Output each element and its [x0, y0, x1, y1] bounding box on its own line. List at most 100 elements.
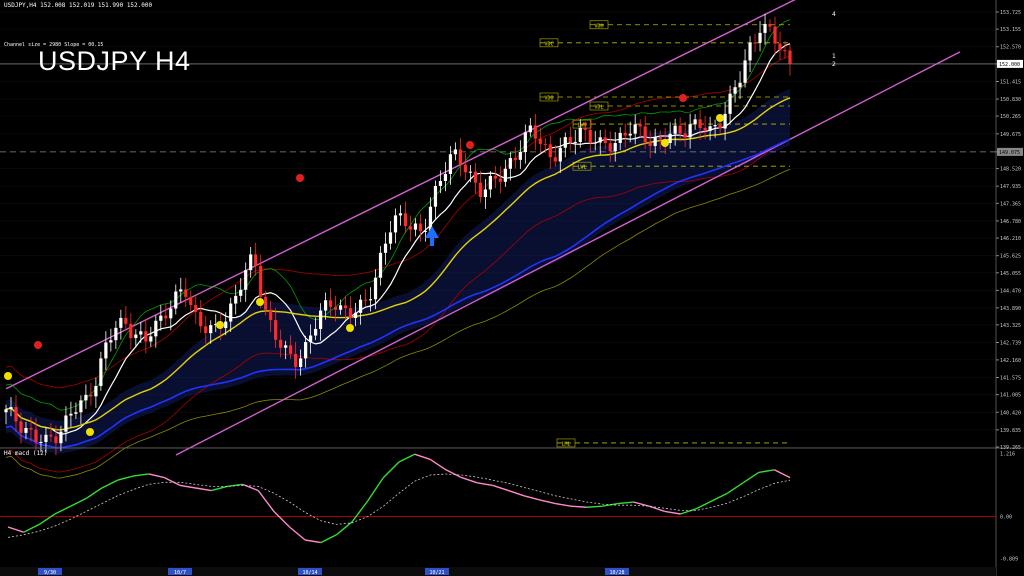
candle-body — [284, 345, 288, 348]
candle-body — [209, 325, 213, 334]
candle-body — [134, 334, 138, 339]
candle-body — [74, 412, 78, 414]
candle-body — [139, 331, 143, 335]
candle-body — [703, 128, 707, 131]
candle-body — [723, 113, 727, 129]
candle-body — [318, 310, 323, 329]
symbol-header: USDJPY,H4 152.008 152.019 151.990 152.00… — [4, 2, 153, 9]
candle-body — [164, 315, 168, 319]
candle-body — [673, 125, 677, 134]
y-tick-label: 146.210 — [1000, 236, 1021, 242]
buy-marker — [256, 298, 264, 306]
candle-body — [154, 320, 158, 337]
candle-body — [328, 300, 333, 307]
candle-body — [698, 119, 702, 129]
y-tick-label: 150.830 — [1000, 97, 1021, 103]
candle-body — [733, 87, 737, 94]
candle-body — [309, 335, 313, 343]
channel-tag: 1 — [832, 53, 836, 60]
candle-body — [174, 291, 178, 309]
y-tick-label: 140.420 — [1000, 410, 1021, 416]
y-tick-label: 142.739 — [1000, 340, 1021, 346]
candle-body — [353, 312, 358, 318]
price-chart[interactable]: VDHVDCVDOVDLLWHLWLLML412 153.725153.1551… — [0, 0, 1024, 576]
candle-body — [573, 141, 577, 143]
candle-body — [54, 436, 58, 444]
candle-body — [9, 407, 13, 410]
candle-body — [528, 125, 532, 133]
candle-body — [708, 126, 712, 131]
y-tick-label: 141.575 — [1000, 376, 1021, 382]
macd-label: H4 macd (12) — [4, 450, 48, 457]
candle-body — [638, 124, 642, 127]
y-tick-label: 142.160 — [1000, 358, 1021, 364]
candle-body — [59, 431, 63, 444]
candle-body — [179, 289, 183, 292]
candle-body — [578, 127, 582, 142]
chart-background — [0, 0, 1024, 576]
date-label: 10/14 — [302, 570, 317, 576]
candle-body — [378, 252, 383, 278]
sell-marker — [679, 94, 687, 102]
channel-tag: 4 — [832, 11, 836, 18]
candle-body — [713, 125, 717, 127]
candle-body — [29, 428, 33, 430]
candle-body — [44, 434, 48, 442]
candle-body — [498, 178, 502, 182]
candle-body — [588, 129, 592, 143]
candle-body — [314, 328, 318, 336]
y-tick-label: 152.570 — [1000, 45, 1021, 51]
date-label: 10/7 — [174, 570, 186, 576]
candle-body — [623, 132, 627, 136]
level-tag: VDO — [544, 95, 553, 101]
candle-body — [69, 413, 73, 416]
candle-body — [289, 345, 293, 354]
candle-body — [628, 133, 632, 136]
candle-body — [453, 149, 458, 155]
candle-body — [658, 137, 662, 140]
candle-body — [563, 137, 567, 148]
candle-body — [503, 168, 507, 182]
candle-body — [239, 289, 243, 296]
candle-body — [413, 223, 418, 230]
candle-body — [738, 82, 742, 88]
y-tick-label: 139.835 — [1000, 428, 1021, 434]
candle-body — [678, 125, 682, 134]
candle-body — [643, 126, 647, 143]
candle-body — [728, 93, 732, 114]
candle-body — [393, 215, 398, 233]
candle-body — [184, 289, 188, 297]
y-tick-label: 148.520 — [1000, 167, 1021, 173]
candle-body — [468, 171, 473, 173]
y-tick-label: 149.675 — [1000, 132, 1021, 138]
buy-marker — [661, 139, 669, 147]
y-tick-label: 143.890 — [1000, 306, 1021, 312]
candle-body — [568, 137, 572, 143]
candle-body — [274, 320, 278, 340]
candle-body — [688, 124, 692, 138]
candle-body — [683, 133, 687, 138]
candle-body — [358, 299, 363, 313]
candle-body — [259, 265, 263, 297]
candle-body — [508, 158, 512, 169]
candle-body — [119, 317, 123, 328]
buy-marker — [4, 372, 12, 380]
level-tag: LML — [561, 441, 570, 447]
candle-body — [368, 299, 373, 301]
date-label: 9/30 — [44, 570, 56, 576]
candle-body — [144, 331, 148, 342]
candle-body — [299, 358, 303, 367]
sell-marker — [466, 141, 474, 149]
candle-body — [64, 415, 68, 432]
candle-body — [608, 143, 612, 152]
candle-body — [603, 137, 607, 144]
level-tag: VDH — [594, 23, 603, 29]
y-tick-label: 145.055 — [1000, 271, 1021, 277]
sell-marker — [34, 341, 42, 349]
candle-body — [403, 213, 408, 227]
candle-body — [408, 226, 413, 230]
y-tick-label: 153.155 — [1000, 27, 1021, 33]
candle-body — [224, 321, 228, 329]
candle-body — [518, 151, 522, 160]
candle-body — [443, 173, 448, 182]
